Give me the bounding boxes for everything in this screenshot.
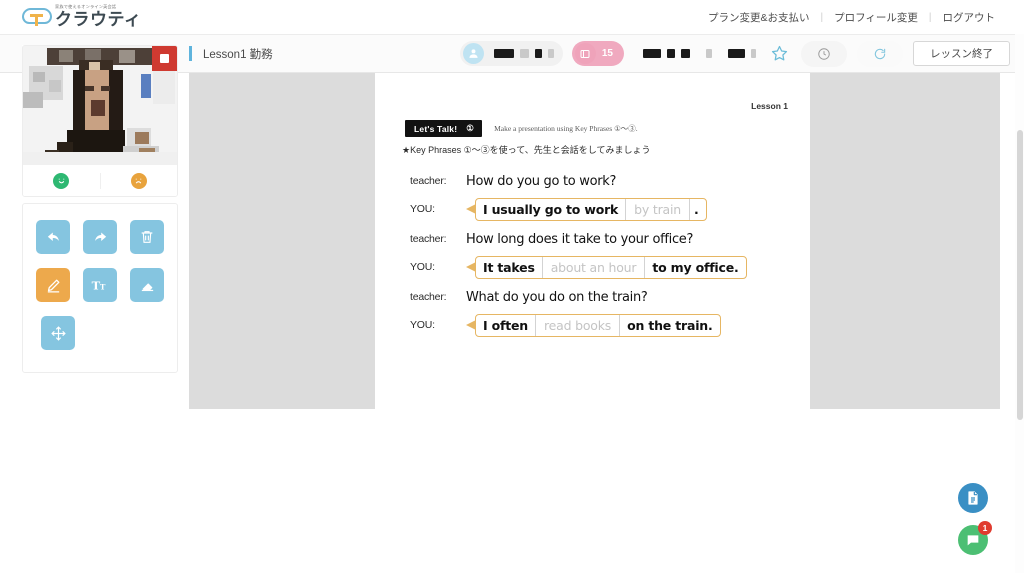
toolbar-right-group: 15 レッスン終了 [459, 40, 1010, 67]
document-button[interactable] [958, 483, 988, 513]
tool-row-2: T T [23, 268, 177, 302]
header-nav: プラン変更&お支払い | プロフィール変更 | ログアウト [697, 10, 1006, 25]
logo-name: クラウティ [55, 10, 142, 29]
eraser-tool[interactable] [130, 268, 164, 302]
text-tool[interactable]: T T [83, 268, 117, 302]
teacher-chip[interactable] [459, 41, 563, 66]
happy-reaction-button[interactable] [23, 172, 100, 189]
instruction-japanese: ★Key Phrases ①〜③を使って、先生と会話をしてみましょう [402, 145, 651, 155]
move-tool[interactable] [41, 316, 75, 350]
chat-button[interactable]: 1 [958, 521, 992, 555]
refresh-button[interactable] [857, 40, 903, 67]
student-count: 15 [601, 48, 613, 59]
chat-unread-badge: 1 [978, 521, 992, 535]
dialogue-answer-row: YOU: I often read books on the train. [410, 313, 790, 337]
happy-face-icon [53, 172, 70, 189]
answer-suffix: . [693, 201, 699, 217]
page-header: 家族で使えるオンライン英会話 クラウティ プラン変更&お支払い | プロフィール… [0, 0, 1024, 34]
svg-text:T: T [99, 282, 105, 291]
drawing-tools-panel: T T [22, 203, 178, 373]
reaction-bar [23, 164, 177, 196]
whiteboard-canvas[interactable]: Lesson 1 Let's Talk! ① Make a presentati… [189, 73, 1000, 409]
teacher-avatar-icon [462, 43, 484, 64]
page-scrollbar-track[interactable] [1015, 34, 1024, 573]
logo-tagline: 家族で使えるオンライン英会話 [55, 4, 117, 9]
answer-prefix: I often [483, 317, 528, 333]
cloud-logo-icon [22, 6, 52, 30]
speaker-label: teacher: [410, 233, 447, 245]
answer-blank[interactable]: read books [534, 314, 621, 336]
dialogue-list: teacher: How do you go to work? YOU: I u… [410, 170, 790, 344]
title-accent-bar [189, 46, 192, 61]
left-panel: T T [22, 45, 178, 373]
teacher-question: How long does it take to your office? [466, 231, 694, 247]
answer-prefix: It takes [483, 259, 535, 275]
speaker-label: YOU: [410, 319, 435, 331]
dialogue-answer-row: YOU: I usually go to work by train . [410, 197, 790, 221]
student-avatar-icon [574, 43, 596, 64]
tool-row-1 [23, 220, 177, 254]
page-scrollbar-thumb[interactable] [1017, 130, 1023, 420]
participant-names-redacted [637, 49, 756, 58]
nav-plan-payment[interactable]: プラン変更&お支払い [697, 10, 821, 25]
nav-logout[interactable]: ログアウト [932, 10, 1007, 25]
worksheet-page[interactable]: Lesson 1 Let's Talk! ① Make a presentati… [375, 73, 810, 409]
lets-talk-label: Let's Talk! [414, 123, 458, 134]
answer-bubble[interactable]: I usually go to work by train . [466, 197, 707, 221]
record-stop-button[interactable] [152, 46, 177, 71]
lets-talk-row: Let's Talk! ① Make a presentation using … [405, 120, 638, 137]
teacher-name-redacted [488, 49, 554, 58]
redo-tool[interactable] [83, 220, 117, 254]
page-background [0, 409, 1024, 573]
app-logo[interactable]: 家族で使えるオンライン英会話 クラウティ [22, 4, 141, 30]
answer-suffix: to my office. [652, 259, 739, 275]
answer-prefix: I usually go to work [483, 201, 619, 217]
lets-talk-tag: Let's Talk! ① [405, 120, 483, 137]
lesson-number: Lesson 1 [751, 101, 788, 111]
page-title: Lesson1 勤務 [203, 48, 273, 61]
answer-bubble[interactable]: I often read books on the train. [466, 313, 721, 337]
self-video-feed[interactable] [23, 46, 177, 164]
speaker-label: teacher: [410, 175, 447, 187]
dialogue-answer-row: YOU: It takes about an hour to my office… [410, 255, 790, 279]
answer-blank[interactable]: by train [625, 198, 690, 220]
teacher-question: What do you do on the train? [466, 289, 648, 305]
answer-suffix: on the train. [627, 317, 713, 333]
pen-tool[interactable] [36, 268, 70, 302]
undo-tool[interactable] [36, 220, 70, 254]
trash-tool[interactable] [130, 220, 164, 254]
star-icon[interactable] [770, 44, 789, 63]
student-chip[interactable]: 15 [571, 41, 624, 66]
dialogue-teacher-row: teacher: What do you do on the train? [410, 286, 790, 308]
dialogue-teacher-row: teacher: How long does it take to your o… [410, 228, 790, 250]
nav-profile-change[interactable]: プロフィール変更 [823, 10, 929, 25]
tool-row-3 [23, 316, 177, 350]
dialogue-teacher-row: teacher: How do you go to work? [410, 170, 790, 192]
sad-face-icon [130, 172, 147, 189]
lesson-title-wrap: Lesson1 勤務 [189, 46, 273, 62]
end-lesson-button[interactable]: レッスン終了 [913, 41, 1010, 66]
speaker-label: YOU: [410, 261, 435, 273]
video-card [22, 45, 178, 197]
timer-button[interactable] [801, 40, 847, 67]
instruction-english: Make a presentation using Key Phrases ①〜… [494, 124, 638, 133]
teacher-question: How do you go to work? [466, 173, 617, 189]
speaker-label: teacher: [410, 291, 447, 303]
answer-blank[interactable]: about an hour [541, 256, 646, 278]
speaker-label: YOU: [410, 203, 435, 215]
sad-reaction-button[interactable] [99, 172, 178, 189]
answer-bubble[interactable]: It takes about an hour to my office. [466, 255, 747, 279]
lets-talk-number: ① [466, 123, 475, 133]
